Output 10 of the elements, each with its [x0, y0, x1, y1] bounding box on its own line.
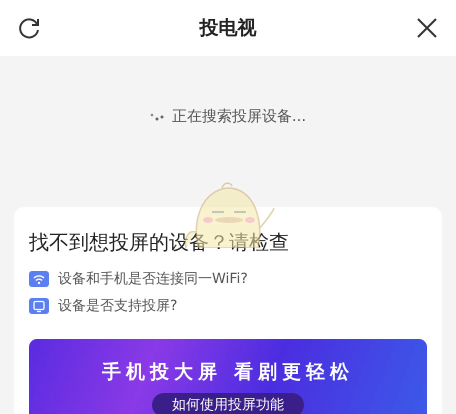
- how-to-button[interactable]: 如何使用投屏功能: [152, 393, 304, 414]
- page-title: 投电视: [200, 16, 256, 41]
- search-status: 正在搜索投屏设备...: [172, 107, 306, 126]
- wifi-icon: [29, 271, 49, 287]
- check-item: 设备和手机是否连接同一WiFi?: [58, 270, 248, 288]
- loading-icon: [150, 112, 164, 120]
- card-title: 找不到想投屏的设备？请检查: [29, 229, 290, 256]
- banner-headline: 手机投大屏 看剧更轻松: [102, 360, 354, 385]
- tv-icon: [29, 298, 49, 314]
- check-item: 设备是否支持投屏?: [58, 297, 178, 315]
